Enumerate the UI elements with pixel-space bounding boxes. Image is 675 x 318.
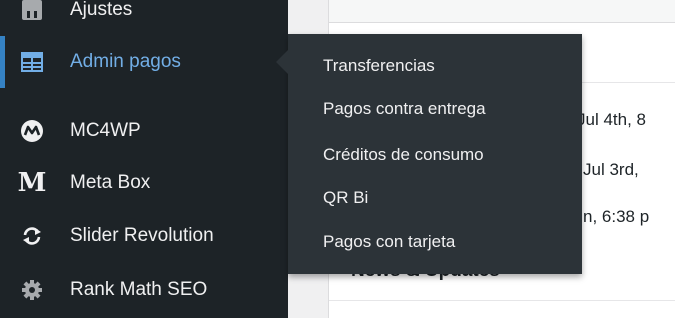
submenu-item-pagos-contra-entrega[interactable]: Pagos contra entrega [323,99,486,119]
gear-icon [20,278,44,302]
sidebar-item-meta-box[interactable]: M Meta Box [0,158,288,208]
panel-top-strip [329,0,675,23]
sidebar-item-label: Meta Box [70,172,151,193]
submenu-item-transferencias[interactable]: Transferencias [323,56,435,76]
submenu-item-creditos-de-consumo[interactable]: Créditos de consumo [323,145,484,165]
sidebar-item-slider-revolution[interactable]: Slider Revolution [0,211,288,261]
sidebar-item-label: Rank Math SEO [70,279,208,300]
sidebar-item-label: Admin pagos [70,51,181,72]
sidebar-item-mc4wp[interactable]: MC4WP [0,106,288,156]
admin-sidebar: Ajustes Admin pagos MC4WP M Meta Box Sli… [0,0,288,318]
activity-date-1: Jul 4th, 8 [577,110,646,129]
flyout-pointer [276,50,288,74]
sidebar-item-ajustes[interactable]: Ajustes [0,0,288,35]
settings-icon [20,0,44,22]
submenu-item-qr-bi[interactable]: QR Bi [323,188,368,208]
meta-box-icon: M [17,168,47,198]
divider [329,300,675,301]
submenu-item-pagos-con-tarjeta[interactable]: Pagos con tarjeta [323,232,455,252]
sidebar-item-rank-math-seo[interactable]: Rank Math SEO [0,265,288,315]
sidebar-item-label: MC4WP [70,120,141,141]
refresh-icon [20,224,44,248]
mc4wp-logo-icon [20,119,44,143]
table-icon [20,50,44,74]
sidebar-item-admin-pagos[interactable]: Admin pagos [0,37,288,87]
admin-pagos-submenu: Transferencias Pagos contra entrega Créd… [288,34,582,274]
activity-date-3: n, 6:38 p [583,207,650,226]
sidebar-item-label: Ajustes [70,0,133,20]
activity-date-2: Jul 3rd, [583,160,639,179]
sidebar-item-label: Slider Revolution [70,225,214,246]
